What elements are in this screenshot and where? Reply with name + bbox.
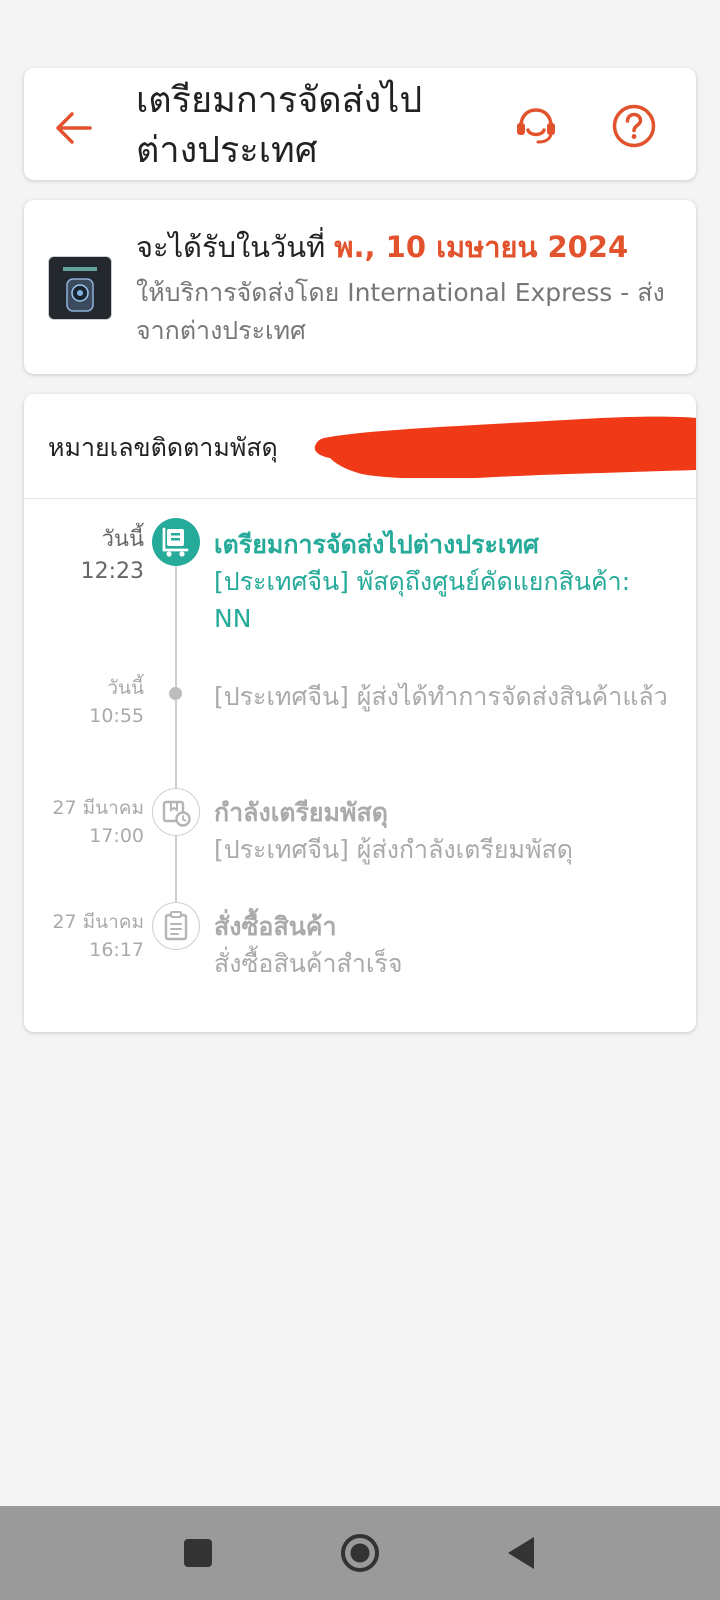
event-time: 16:17 bbox=[89, 939, 144, 961]
event-timestamp: 27 มีนาคม 16:17 bbox=[24, 908, 144, 964]
back-button[interactable] bbox=[50, 104, 98, 152]
timeline-line bbox=[175, 552, 177, 948]
product-thumbnail bbox=[48, 256, 112, 320]
event-timestamp: วันนี้ 12:23 bbox=[24, 524, 144, 588]
event-time: 10:55 bbox=[89, 705, 144, 727]
eta-date: พ., 10 เมษายน 2024 bbox=[334, 230, 629, 264]
event-title: เตรียมการจัดส่งไปต่างประเทศ bbox=[214, 530, 539, 559]
tracking-card: หมายเลขติดตามพัสดุ วันนี้ 12:23 เตรียมกา… bbox=[24, 394, 696, 1032]
truck-icon bbox=[152, 518, 200, 566]
event-content: กำลังเตรียมพัสดุ [ประเทศจีน] ผู้ส่งกำลัง… bbox=[214, 794, 674, 868]
eta-line: จะได้รับในวันที่ พ., 10 เมษายน 2024 bbox=[136, 224, 628, 270]
redaction-mark bbox=[314, 416, 696, 478]
package-clock-icon bbox=[152, 788, 200, 836]
tracking-number-label: หมายเลขติดตามพัสดุ bbox=[48, 433, 278, 462]
event-description: [ประเทศจีน] ผู้ส่งได้ทำการจัดส่งสินค้าแล… bbox=[214, 682, 668, 711]
header-bar: เตรียมการจัดส่งไปต่างประเทศ bbox=[24, 68, 696, 180]
page-title: เตรียมการจัดส่งไปต่างประเทศ bbox=[136, 80, 423, 171]
system-nav-bar bbox=[0, 1506, 720, 1600]
eta-prefix: จะได้รับในวันที่ bbox=[136, 230, 326, 264]
home-circle-icon bbox=[341, 1534, 379, 1572]
recents-button[interactable] bbox=[174, 1529, 222, 1577]
back-nav-button[interactable] bbox=[498, 1529, 546, 1577]
event-date: 27 มีนาคม bbox=[52, 911, 144, 933]
carrier-text: ให้บริการจัดส่งโดย International Express… bbox=[136, 278, 665, 345]
event-content: สั่งซื้อสินค้า สั่งซื้อสินค้าสำเร็จ bbox=[214, 908, 674, 982]
event-title: สั่งซื้อสินค้า bbox=[214, 912, 337, 941]
event-content: [ประเทศจีน] ผู้ส่งได้ทำการจัดส่งสินค้าแล… bbox=[214, 678, 674, 715]
event-timestamp: วันนี้ 10:55 bbox=[24, 674, 144, 730]
dot-icon bbox=[169, 687, 182, 700]
event-date: 27 มีนาคม bbox=[52, 797, 144, 819]
arrow-left-icon bbox=[56, 112, 92, 144]
support-button[interactable] bbox=[512, 102, 560, 150]
help-button[interactable] bbox=[610, 102, 658, 150]
event-description: [ประเทศจีน] ผู้ส่งกำลังเตรียมพัสดุ bbox=[214, 835, 573, 864]
event-timestamp: 27 มีนาคม 17:00 bbox=[24, 794, 144, 850]
home-button[interactable] bbox=[336, 1529, 384, 1577]
event-date: วันนี้ bbox=[101, 527, 144, 552]
clipboard-icon bbox=[152, 902, 200, 950]
event-description: [ประเทศจีน] พัสดุถึงศูนย์คัดแยกสินค้า: N… bbox=[214, 567, 631, 633]
event-time: 17:00 bbox=[89, 825, 144, 847]
tracking-number-row[interactable]: หมายเลขติดตามพัสดุ bbox=[24, 394, 696, 499]
event-title: กำลังเตรียมพัสดุ bbox=[214, 798, 389, 827]
back-triangle-icon bbox=[508, 1537, 534, 1569]
event-date: วันนี้ bbox=[107, 677, 144, 699]
delivery-card: จะได้รับในวันที่ พ., 10 เมษายน 2024 ให้บ… bbox=[24, 200, 696, 374]
headset-icon bbox=[517, 108, 555, 144]
event-content: เตรียมการจัดส่งไปต่างประเทศ [ประเทศจีน] … bbox=[214, 526, 674, 637]
event-description: สั่งซื้อสินค้าสำเร็จ bbox=[214, 949, 403, 978]
event-time: 12:23 bbox=[80, 559, 144, 584]
recents-square-icon bbox=[184, 1539, 212, 1567]
question-circle-icon bbox=[612, 104, 656, 148]
